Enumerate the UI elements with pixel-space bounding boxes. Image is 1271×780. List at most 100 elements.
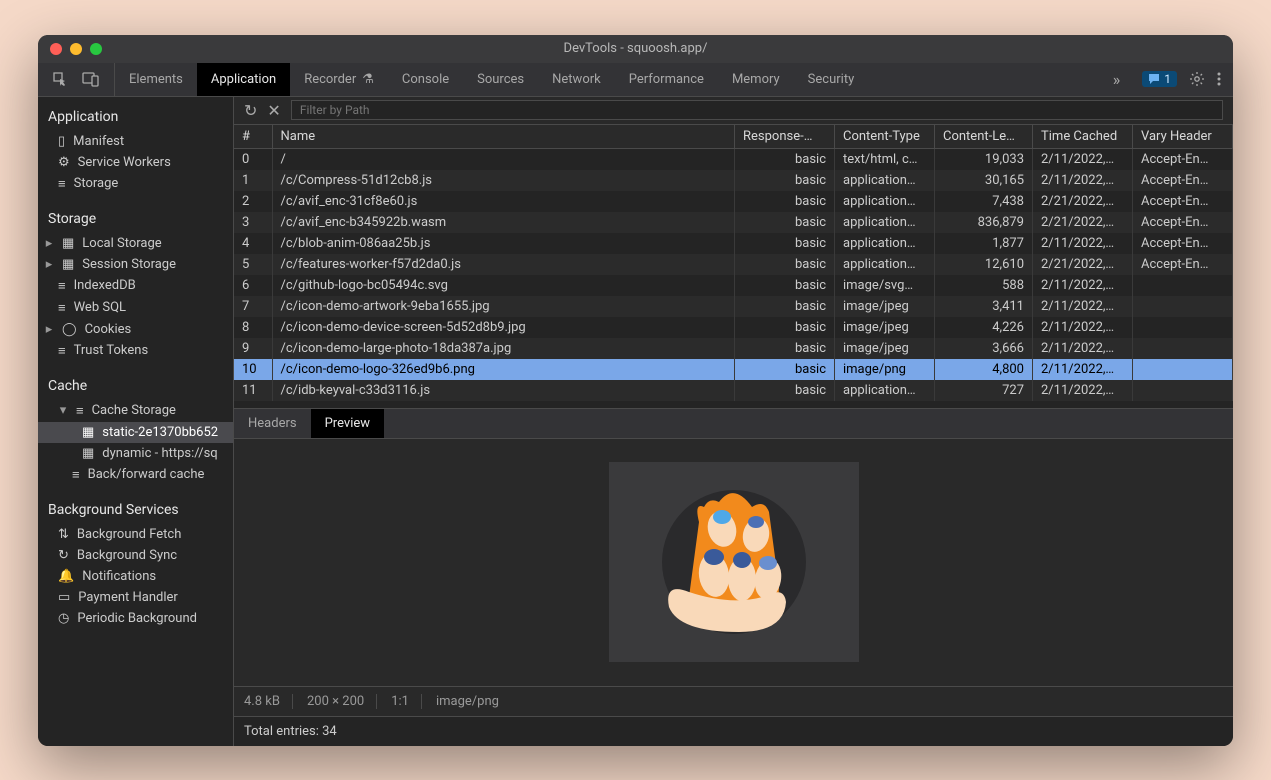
column-header[interactable]: Content-Type (835, 125, 935, 149)
table-cell: 19,033 (935, 148, 1033, 170)
tab-memory[interactable]: Memory (718, 63, 794, 96)
preview-image (609, 462, 859, 662)
table-cell: Accept-En… (1133, 170, 1233, 191)
more-tabs-icon[interactable]: » (1103, 63, 1131, 96)
flask-icon: ⚗ (362, 72, 374, 87)
table-cell: application… (835, 254, 935, 275)
sidebar-item-storage[interactable]: ≡Storage (38, 173, 233, 195)
main-panel: ↻ ✕ #NameResponse-…Content-TypeContent-L… (234, 97, 1233, 746)
sidebar-item-bfcache[interactable]: ≡Back/forward cache (38, 464, 233, 486)
minimize-button[interactable] (70, 43, 82, 55)
table-cell: 727 (935, 380, 1033, 401)
sidebar-item-periodic-bg[interactable]: ◷Periodic Background (38, 608, 233, 629)
settings-icon[interactable] (1189, 71, 1205, 87)
table-cell: 0 (234, 148, 272, 170)
table-row[interactable]: 7/c/icon-demo-artwork-9eba1655.jpgbasici… (234, 296, 1233, 317)
tab-recorder[interactable]: Recorder⚗ (290, 63, 388, 96)
table-row[interactable]: 4/c/blob-anim-086aa25b.jsbasicapplicatio… (234, 233, 1233, 254)
table-row[interactable]: 8/c/icon-demo-device-screen-5d52d8b9.jpg… (234, 317, 1233, 338)
table-cell: 2/11/2022,… (1033, 359, 1133, 380)
sidebar-item-payment[interactable]: ▭Payment Handler (38, 587, 233, 608)
table-cell: 2/11/2022,… (1033, 275, 1133, 296)
detail-tab-headers[interactable]: Headers (234, 409, 311, 438)
table-cell: basic (735, 296, 835, 317)
detail-tab-preview[interactable]: Preview (311, 409, 384, 438)
sidebar-item-cookies[interactable]: ▸◯Cookies (38, 319, 233, 340)
column-header[interactable]: Time Cached (1033, 125, 1133, 149)
table-cell: /c/icon-demo-logo-326ed9b6.png (272, 359, 735, 380)
table-cell: application… (835, 191, 935, 212)
table-cell: text/html, c… (835, 148, 935, 170)
sidebar-item-cache-storage[interactable]: ▾≡Cache Storage (38, 400, 233, 422)
table-cell: 2/11/2022,… (1033, 380, 1133, 401)
close-button[interactable] (50, 43, 62, 55)
close-icon[interactable]: ✕ (267, 101, 280, 120)
issues-badge[interactable]: 1 (1142, 71, 1177, 87)
chevron-down-icon: ▾ (58, 403, 68, 418)
table-cell (1133, 359, 1233, 380)
sidebar-item-session-storage[interactable]: ▸▦Session Storage (38, 254, 233, 275)
sidebar-item-service-workers[interactable]: ⚙Service Workers (38, 152, 233, 173)
sidebar-item-bg-fetch[interactable]: ⇅Background Fetch (38, 524, 233, 545)
tab-performance[interactable]: Performance (615, 63, 718, 96)
devtools-window: DevTools - squoosh.app/ ElementsApplicat… (38, 35, 1233, 746)
table-row[interactable]: 9/c/icon-demo-large-photo-18da387a.jpgba… (234, 338, 1233, 359)
inspect-icon[interactable] (52, 71, 68, 87)
table-cell: 11 (234, 380, 272, 401)
table-row[interactable]: 0/basictext/html, c…19,0332/11/2022,…Acc… (234, 148, 1233, 170)
filter-input[interactable] (291, 100, 1223, 120)
sidebar-item-web-sql[interactable]: ≡Web SQL (38, 297, 233, 319)
table-cell: /c/github-logo-bc05494c.svg (272, 275, 735, 296)
sidebar-item-indexeddb[interactable]: ≡IndexedDB (38, 275, 233, 297)
table-cell: basic (735, 338, 835, 359)
card-icon: ▭ (58, 590, 70, 605)
column-header[interactable]: Vary Header (1133, 125, 1233, 149)
sidebar-item-cache-static[interactable]: ▦static-2e1370bb652 (38, 422, 233, 443)
tab-application[interactable]: Application (197, 63, 290, 96)
table-cell: 9 (234, 338, 272, 359)
traffic-lights (50, 43, 102, 55)
table-cell: image/jpeg (835, 296, 935, 317)
table-row[interactable]: 1/c/Compress-51d12cb8.jsbasicapplication… (234, 170, 1233, 191)
tab-elements[interactable]: Elements (115, 63, 197, 96)
tab-sources[interactable]: Sources (463, 63, 538, 96)
table-cell: 4,226 (935, 317, 1033, 338)
table-row[interactable]: 11/c/idb-keyval-c33d3116.jsbasicapplicat… (234, 380, 1233, 401)
chevron-right-icon: ▸ (44, 322, 54, 337)
table-row[interactable]: 2/c/avif_enc-31cf8e60.jsbasicapplication… (234, 191, 1233, 212)
table-cell: image/png (835, 359, 935, 380)
table-cell: 7,438 (935, 191, 1033, 212)
device-toolbar-icon[interactable] (82, 71, 100, 87)
sidebar-item-trust-tokens[interactable]: ≡Trust Tokens (38, 340, 233, 362)
table-cell: basic (735, 317, 835, 338)
column-header[interactable]: Name (272, 125, 735, 149)
table-row[interactable]: 3/c/avif_enc-b345922b.wasmbasicapplicati… (234, 212, 1233, 233)
tab-security[interactable]: Security (794, 63, 869, 96)
table-cell: 4 (234, 233, 272, 254)
column-header[interactable]: Content-Le… (935, 125, 1033, 149)
cache-footer: Total entries: 34 (234, 716, 1233, 746)
tab-network[interactable]: Network (538, 63, 615, 96)
sidebar-item-bg-sync[interactable]: ↻Background Sync (38, 545, 233, 566)
table-cell: Accept-En… (1133, 254, 1233, 275)
table-row[interactable]: 6/c/github-logo-bc05494c.svgbasicimage/s… (234, 275, 1233, 296)
sidebar-item-local-storage[interactable]: ▸▦Local Storage (38, 233, 233, 254)
cache-entries-table[interactable]: #NameResponse-…Content-TypeContent-Le…Ti… (234, 125, 1233, 409)
sync-icon: ↻ (58, 548, 69, 563)
sidebar-item-notifications[interactable]: 🔔Notifications (38, 566, 233, 587)
sidebar-item-manifest[interactable]: ▯Manifest (38, 131, 233, 152)
sidebar-item-cache-dynamic[interactable]: ▦dynamic - https://sq (38, 443, 233, 464)
table-row[interactable]: 5/c/features-worker-f57d2da0.jsbasicappl… (234, 254, 1233, 275)
table-cell: basic (735, 254, 835, 275)
application-sidebar: Application ▯Manifest ⚙Service Workers ≡… (38, 97, 234, 746)
table-cell: 12,610 (935, 254, 1033, 275)
tab-console[interactable]: Console (388, 63, 463, 96)
table-cell: basic (735, 359, 835, 380)
refresh-icon[interactable]: ↻ (244, 101, 257, 120)
maximize-button[interactable] (90, 43, 102, 55)
table-cell: /c/avif_enc-b345922b.wasm (272, 212, 735, 233)
column-header[interactable]: # (234, 125, 272, 149)
column-header[interactable]: Response-… (735, 125, 835, 149)
kebab-menu-icon[interactable] (1217, 71, 1221, 87)
table-row[interactable]: 10/c/icon-demo-logo-326ed9b6.pngbasicima… (234, 359, 1233, 380)
